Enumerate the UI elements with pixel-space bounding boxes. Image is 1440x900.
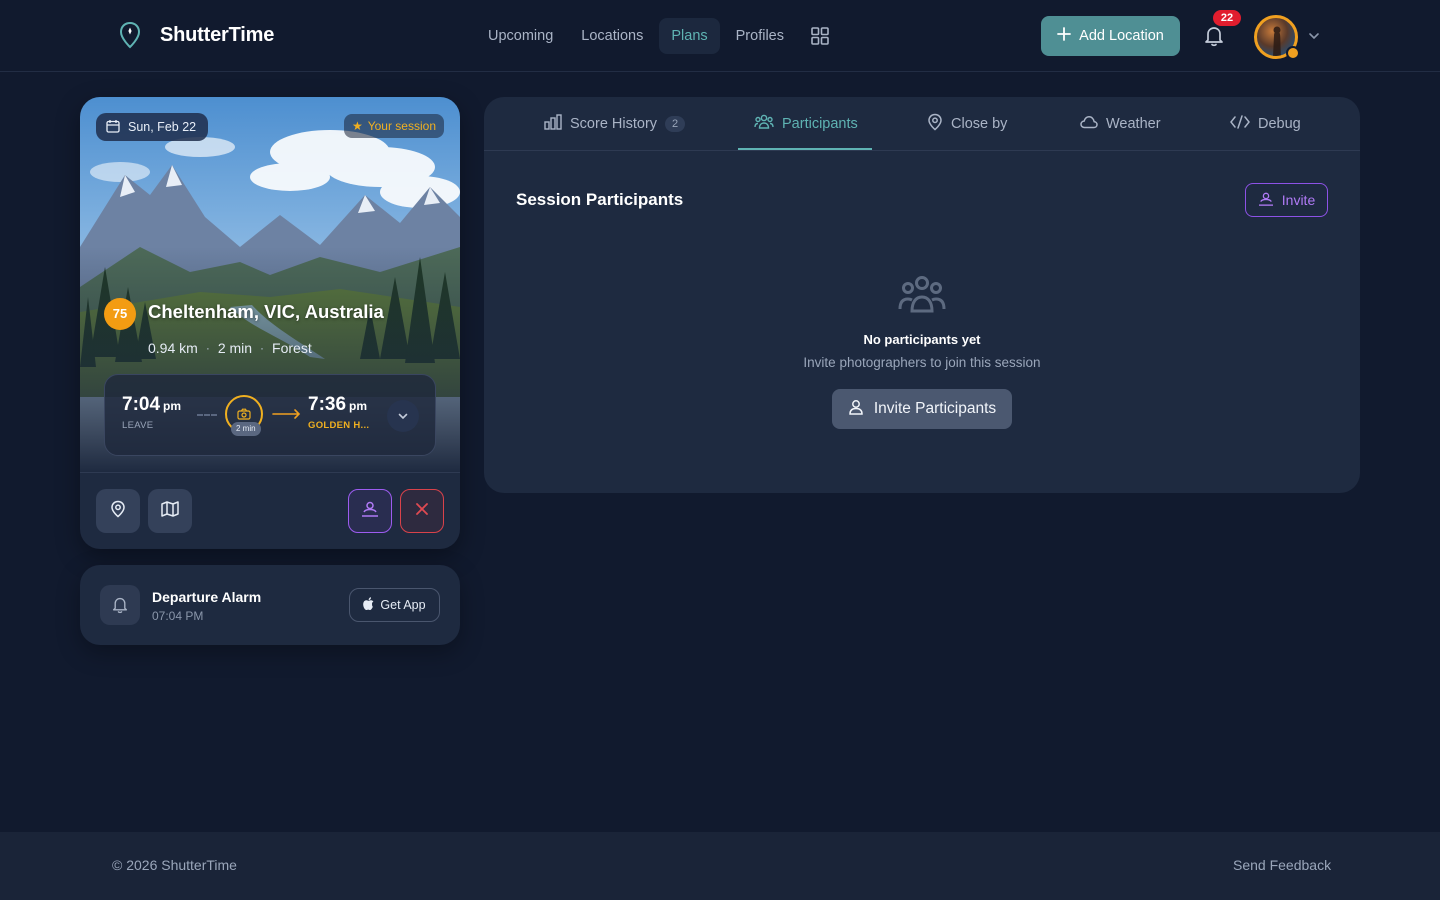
- distance: 0.94 km: [148, 340, 198, 356]
- cancel-session-button[interactable]: [400, 489, 444, 533]
- nav-locations[interactable]: Locations: [569, 18, 655, 54]
- location-name: Cheltenham, VIC, Australia: [148, 301, 384, 322]
- tab-label: Weather: [1106, 116, 1161, 132]
- apple-icon: [363, 597, 374, 613]
- alarm-time: 07:04 PM: [152, 609, 204, 623]
- map-pin-icon: [927, 113, 943, 135]
- status-dot: [1286, 46, 1300, 60]
- add-location-label: Add Location: [1079, 28, 1164, 44]
- golden-hour-label: GOLDEN H...: [308, 420, 370, 431]
- tab-bar: Score History 2 Participants Close by We…: [484, 97, 1360, 151]
- section-title: Session Participants: [516, 190, 684, 209]
- bar-chart-icon: [544, 114, 562, 134]
- tab-score-history[interactable]: Score History 2: [544, 97, 686, 151]
- bell-icon[interactable]: [1200, 22, 1228, 50]
- nav-plans[interactable]: Plans: [659, 18, 720, 54]
- invite-participants-label: Invite Participants: [873, 400, 997, 417]
- leave-time: 7:04: [122, 394, 161, 415]
- score-badge: 75: [104, 298, 136, 330]
- main-nav: Upcoming Locations Plans Profiles: [476, 18, 838, 54]
- add-location-button[interactable]: Add Location: [1041, 16, 1180, 56]
- arrow-right-icon: [272, 407, 302, 425]
- separator-dot: ·: [260, 341, 265, 355]
- footer: © 2026 ShutterTime Send Feedback: [0, 832, 1440, 900]
- users-group-icon: [898, 275, 946, 315]
- user-plus-icon: [848, 399, 864, 420]
- tab-count-badge: 2: [665, 116, 686, 132]
- brand[interactable]: ShutterTime: [118, 20, 274, 50]
- your-session-badge: ★ Your session: [343, 114, 444, 138]
- users-icon: [754, 114, 774, 134]
- golden-hour-time: 7:36: [308, 394, 347, 415]
- travel-pill: 2 min: [231, 422, 261, 436]
- separator-dot: ·: [205, 341, 210, 355]
- get-app-button[interactable]: Get App: [349, 588, 440, 622]
- cloud-icon: [1080, 115, 1098, 133]
- tab-participants[interactable]: Participants: [754, 97, 858, 151]
- leave-time-block: 7:04 pm LEAVE: [122, 394, 181, 431]
- calendar-icon: [106, 119, 120, 136]
- expand-chevron-icon[interactable]: [387, 400, 419, 432]
- user-share-icon: [1258, 192, 1274, 209]
- location-meta: 0.94 km · 2 min · Forest: [148, 340, 312, 356]
- alarm-title: Departure Alarm: [152, 589, 262, 605]
- star-icon: ★: [351, 119, 363, 133]
- divider: [80, 472, 460, 473]
- plus-icon: [1057, 27, 1072, 45]
- timeline-box: 7:04 pm LEAVE 2 min 7:36 pm GOLDEN H...: [104, 374, 436, 456]
- golden-hour-ampm: pm: [349, 399, 368, 413]
- session-date: Sun, Feb 22: [128, 120, 197, 134]
- session-details-panel: Score History 2 Participants Close by We…: [484, 97, 1360, 493]
- get-app-label: Get App: [380, 598, 426, 612]
- code-icon: [1230, 115, 1250, 133]
- golden-hour-block: 7:36 pm GOLDEN H...: [308, 394, 369, 431]
- your-session-label: Your session: [367, 119, 436, 133]
- session-card[interactable]: Sun, Feb 22 ★ Your session 75 Cheltenham…: [80, 97, 460, 549]
- terrain: Forest: [272, 340, 312, 356]
- departure-alarm-card: Departure Alarm 07:04 PM Get App: [80, 565, 460, 645]
- date-pill: Sun, Feb 22: [96, 113, 209, 141]
- tab-debug[interactable]: Debug: [1230, 97, 1301, 151]
- invite-label: Invite: [1281, 192, 1316, 208]
- copyright: © 2026 ShutterTime: [112, 857, 237, 873]
- tab-close-by[interactable]: Close by: [927, 97, 1007, 151]
- tab-label: Participants: [782, 116, 858, 132]
- tab-label: Debug: [1258, 116, 1301, 132]
- map-pin-button[interactable]: [96, 489, 140, 533]
- send-feedback-link[interactable]: Send Feedback: [1233, 857, 1331, 873]
- active-tab-indicator: [738, 148, 872, 150]
- close-icon: [415, 502, 429, 521]
- tab-weather[interactable]: Weather: [1080, 97, 1161, 151]
- map-pin-icon: [110, 500, 126, 523]
- map-pin-logo-icon: [118, 20, 142, 50]
- user-share-icon: [361, 501, 379, 522]
- tab-label: Score History: [570, 116, 658, 132]
- nav-profiles[interactable]: Profiles: [724, 18, 796, 54]
- grid-icon[interactable]: [802, 18, 838, 54]
- invite-participants-button[interactable]: Invite Participants: [832, 389, 1012, 429]
- empty-state-title: No participants yet: [863, 332, 981, 347]
- map-button[interactable]: [148, 489, 192, 533]
- notification-badge: 22: [1213, 10, 1241, 26]
- empty-state-subtitle: Invite photographers to join this sessio…: [803, 355, 1041, 370]
- brand-name: ShutterTime: [160, 23, 275, 46]
- leave-ampm: pm: [163, 399, 182, 413]
- dashed-connector: [197, 414, 217, 416]
- leave-label: LEAVE: [122, 420, 154, 431]
- bell-icon: [100, 585, 140, 625]
- participants-button[interactable]: [348, 489, 392, 533]
- tab-label: Close by: [951, 116, 1008, 132]
- invite-button[interactable]: Invite: [1245, 183, 1328, 217]
- chevron-down-icon[interactable]: [1307, 29, 1321, 43]
- map-icon: [161, 500, 179, 522]
- top-bar: ShutterTime Upcoming Locations Plans Pro…: [0, 0, 1440, 72]
- nav-upcoming[interactable]: Upcoming: [476, 18, 565, 54]
- travel-duration: 2 min: [217, 340, 253, 356]
